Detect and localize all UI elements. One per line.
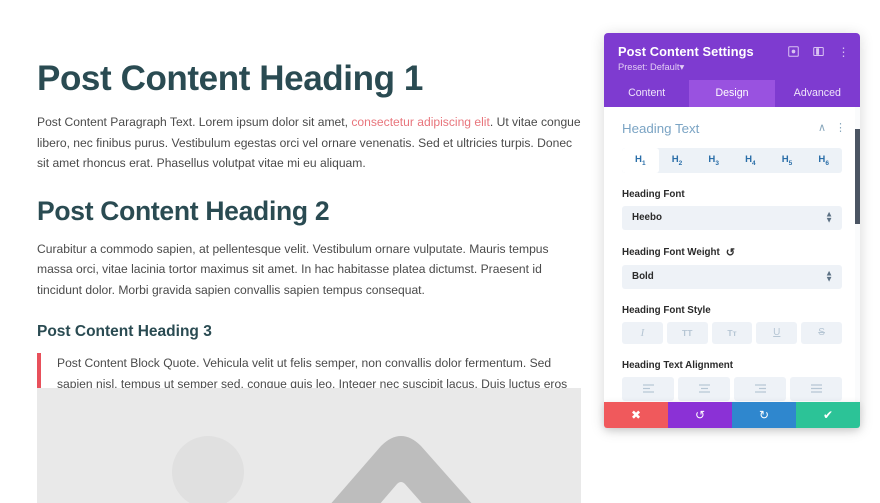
h2-label: H <box>671 154 679 165</box>
heading-level-h2-button[interactable]: H2 <box>659 148 696 173</box>
heading-font-weight-label-text: Heading Font Weight <box>622 246 720 258</box>
panel-header-icons: ⋮ <box>787 45 850 58</box>
section-title: Heading Text <box>622 121 700 136</box>
heading-text-alignment-buttons <box>622 376 842 401</box>
tab-content[interactable]: Content <box>604 80 689 107</box>
panel-layout-icon[interactable] <box>812 45 825 58</box>
close-icon: ✖ <box>630 408 642 422</box>
h1-label: H <box>635 154 642 165</box>
reset-icon[interactable]: ↺ <box>726 246 735 259</box>
strikethrough-icon[interactable]: S <box>801 321 842 344</box>
cancel-button[interactable]: ✖ <box>604 402 668 428</box>
heading-font-label-text: Heading Font <box>622 188 685 200</box>
panel-preset-selector[interactable]: Preset: Default▾ <box>618 62 846 73</box>
align-justify-icon[interactable] <box>790 376 842 401</box>
h4-sub: 4 <box>752 159 756 167</box>
uppercase-icon[interactable]: TT <box>666 321 708 344</box>
heading-font-weight-value: Bold <box>632 271 654 283</box>
heading-level-h1-button[interactable]: H1 <box>622 148 659 173</box>
h3-sub: 3 <box>715 159 719 167</box>
heading-level-h6-button[interactable]: H6 <box>805 148 842 173</box>
select-arrows-icon: ▲ ▼ <box>825 268 833 284</box>
panel-scrollbar-track[interactable] <box>855 107 860 428</box>
heading-level-button-group: H1 H2 H3 H4 H5 H6 <box>622 148 842 173</box>
italic-icon[interactable]: I <box>622 321 663 344</box>
preset-caret-icon: ▾ <box>679 62 685 72</box>
post-content-canvas: Post Content Heading 1 Post Content Para… <box>0 0 600 503</box>
preset-label: Preset: Default <box>618 62 680 72</box>
section-more-options-icon[interactable]: ⋮ <box>835 123 846 134</box>
heading-font-weight-select[interactable]: Bold ▲ ▼ <box>622 264 842 289</box>
placeholder-circle-icon <box>172 436 244 503</box>
underline-glyph: U <box>773 327 781 339</box>
panel-body: Heading Text ∧ ⋮ H1 H2 H3 H4 H5 H6 Headi… <box>604 107 860 428</box>
heading-font-style-label-text: Heading Font Style <box>622 304 711 316</box>
paragraph-1-link[interactable]: consectetur adipiscing elit <box>351 115 489 129</box>
post-paragraph-2: Curabitur a commodo sapien, at pellentes… <box>37 241 549 297</box>
h5-label: H <box>781 154 789 165</box>
undo-icon: ↺ <box>694 408 706 422</box>
heading-font-weight-label: Heading Font Weight ↺ <box>622 246 842 259</box>
post-heading-1: Post Content Heading 1 <box>37 59 423 98</box>
heading-font-select[interactable]: Heebo ▲ ▼ <box>622 205 842 230</box>
post-heading-3: Post Content Heading 3 <box>37 323 212 341</box>
italic-glyph: I <box>640 326 645 339</box>
panel-scrollbar-thumb[interactable] <box>855 129 860 224</box>
h6-sub: 6 <box>825 159 829 167</box>
redo-icon: ↻ <box>758 408 770 422</box>
tab-advanced[interactable]: Advanced <box>775 80 860 107</box>
heading-level-h4-button[interactable]: H4 <box>732 148 769 173</box>
heading-level-h3-button[interactable]: H3 <box>695 148 732 173</box>
tab-design[interactable]: Design <box>689 80 775 107</box>
more-options-icon[interactable]: ⋮ <box>837 45 850 58</box>
heading-text-alignment-label-text: Heading Text Alignment <box>622 359 734 371</box>
h5-sub: 5 <box>788 159 793 167</box>
heading-font-label: Heading Font <box>622 189 842 200</box>
redo-button[interactable]: ↻ <box>732 402 796 428</box>
heading-font-style-label: Heading Font Style <box>622 305 842 316</box>
uppercase-glyph: TT <box>682 327 693 338</box>
post-paragraph-1: Post Content Paragraph Text. Lorem ipsum… <box>37 112 581 174</box>
strikethrough-glyph: S <box>818 327 825 339</box>
save-button[interactable]: ✔ <box>796 402 860 428</box>
heading-text-alignment-label: Heading Text Alignment <box>622 360 842 371</box>
section-header-heading-text[interactable]: Heading Text ∧ ⋮ <box>604 107 860 136</box>
paragraph-1-text-pre: Post Content Paragraph Text. Lorem ipsum… <box>37 115 352 130</box>
post-content-column: Post Content Heading 1 Post Content Para… <box>37 58 581 437</box>
panel-header: Post Content Settings Preset: Default▾ ⋮ <box>604 33 860 80</box>
select-arrows-icon: ▲ ▼ <box>825 209 833 225</box>
heading-font-value: Heebo <box>632 212 662 224</box>
post-heading-2: Post Content Heading 2 <box>37 195 330 226</box>
h4-label: H <box>745 154 752 165</box>
h1-sub: 1 <box>641 159 646 167</box>
chevron-up-icon[interactable]: ∧ <box>818 123 826 134</box>
h2-sub: 2 <box>678 159 683 167</box>
image-placeholder <box>37 388 581 503</box>
heading-level-h5-button[interactable]: H5 <box>769 148 806 173</box>
align-center-icon[interactable] <box>678 376 730 401</box>
undo-button[interactable]: ↺ <box>668 402 732 428</box>
check-icon: ✔ <box>822 408 834 422</box>
align-right-icon[interactable] <box>734 376 786 401</box>
align-left-icon[interactable] <box>622 376 674 401</box>
heading-level-field: H1 H2 H3 H4 H5 H6 Heading Font Heebo ▲ ▼ … <box>604 148 860 428</box>
placeholder-mountain-icon <box>331 436 472 503</box>
panel-tabs: Content Design Advanced <box>604 80 860 107</box>
small-caps-glyph: Tᴛ <box>727 327 737 338</box>
focus-target-icon[interactable] <box>787 45 800 58</box>
heading-font-style-buttons: I TT Tᴛ U S <box>622 321 842 344</box>
post-content-settings-panel: Post Content Settings Preset: Default▾ ⋮… <box>604 33 860 428</box>
small-caps-icon[interactable]: Tᴛ <box>711 321 753 344</box>
panel-action-bar: ✖ ↺ ↻ ✔ <box>604 402 860 428</box>
underline-icon[interactable]: U <box>756 321 798 344</box>
